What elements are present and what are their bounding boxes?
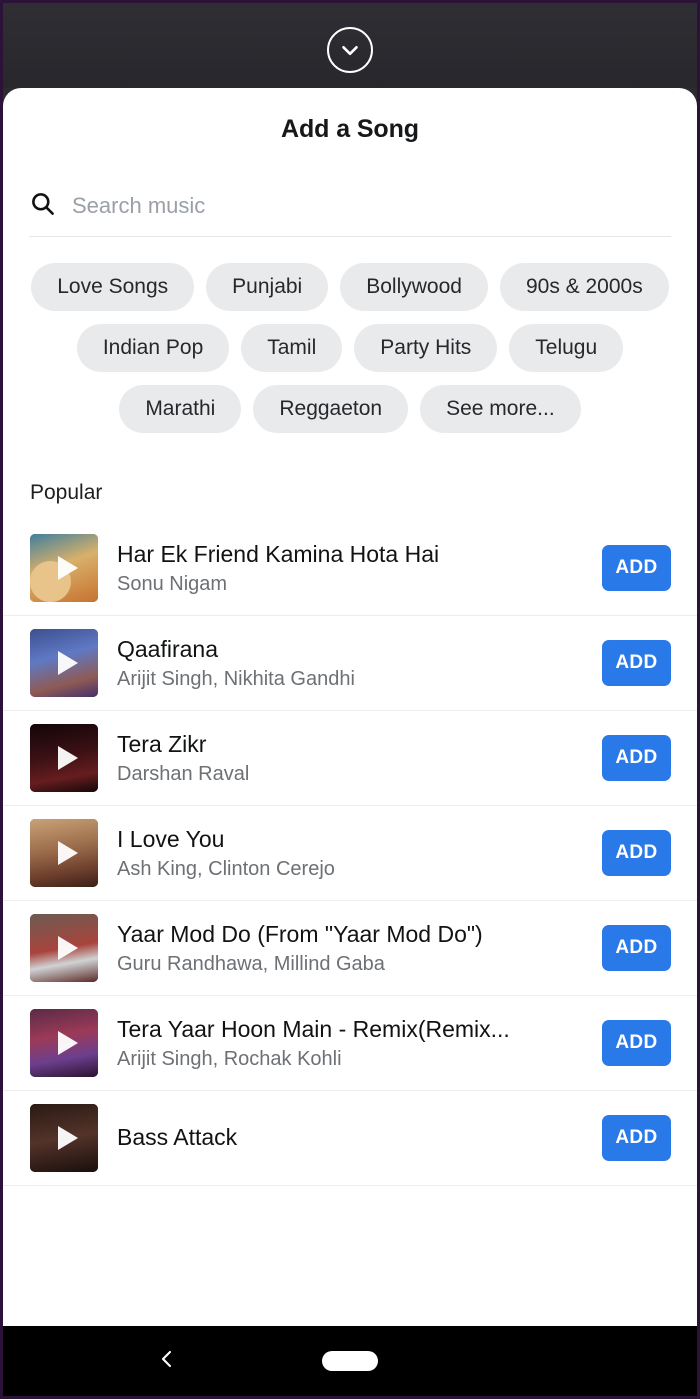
page-title: Add a Song bbox=[281, 115, 419, 143]
song-title: Yaar Mod Do (From "Yaar Mod Do") bbox=[117, 920, 483, 947]
album-art-thumbnail[interactable] bbox=[30, 819, 98, 888]
chevron-left-icon bbox=[155, 1347, 179, 1376]
add-song-button[interactable]: ADD bbox=[602, 925, 671, 972]
add-song-sheet: Add a Song Love Songs Punjabi Bollywood … bbox=[3, 88, 697, 1326]
chip-punjabi[interactable]: Punjabi bbox=[206, 263, 329, 312]
add-song-button[interactable]: ADD bbox=[602, 1115, 671, 1162]
android-nav-bar bbox=[3, 1326, 697, 1396]
song-title: Tera Yaar Hoon Main - Remix(Remix... bbox=[117, 1015, 510, 1042]
chip-indian-pop[interactable]: Indian Pop bbox=[76, 324, 230, 373]
song-title: I Love You bbox=[117, 825, 225, 852]
song-artist: Guru Randhawa, Millind Gaba bbox=[117, 953, 385, 976]
play-icon[interactable] bbox=[58, 936, 78, 961]
play-icon[interactable] bbox=[58, 841, 78, 866]
chip-see-more[interactable]: See more... bbox=[420, 385, 581, 434]
play-icon[interactable] bbox=[58, 1126, 78, 1151]
chevron-down-icon bbox=[337, 37, 363, 63]
home-pill-icon[interactable] bbox=[322, 1351, 378, 1371]
song-info: Qaafirana Arijit Singh, Nikhita Gandhi bbox=[117, 635, 583, 693]
play-icon[interactable] bbox=[58, 556, 78, 581]
add-song-button[interactable]: ADD bbox=[602, 545, 671, 592]
album-art-thumbnail[interactable] bbox=[30, 1009, 98, 1078]
table-row[interactable]: Qaafirana Arijit Singh, Nikhita Gandhi A… bbox=[3, 616, 697, 712]
play-icon[interactable] bbox=[58, 651, 78, 676]
category-chip-list: Love Songs Punjabi Bollywood 90s & 2000s… bbox=[3, 237, 697, 434]
album-art-thumbnail[interactable] bbox=[30, 724, 98, 793]
song-info: Tera Yaar Hoon Main - Remix(Remix... Ari… bbox=[117, 1015, 583, 1073]
album-art-thumbnail[interactable] bbox=[30, 1104, 98, 1173]
table-row[interactable]: I Love You Ash King, Clinton Cerejo ADD bbox=[3, 806, 697, 902]
table-row[interactable]: Tera Zikr Darshan Raval ADD bbox=[3, 711, 697, 807]
add-song-button[interactable]: ADD bbox=[602, 735, 671, 782]
search-input[interactable] bbox=[72, 193, 671, 219]
chip-bollywood[interactable]: Bollywood bbox=[340, 263, 488, 312]
chip-party-hits[interactable]: Party Hits bbox=[354, 324, 498, 373]
search-bar[interactable] bbox=[29, 190, 671, 237]
sheet-backdrop[interactable] bbox=[3, 3, 697, 88]
table-row[interactable]: Bass Attack ADD bbox=[3, 1091, 697, 1187]
add-song-button[interactable]: ADD bbox=[602, 640, 671, 687]
song-info: Tera Zikr Darshan Raval bbox=[117, 730, 583, 788]
song-info: Yaar Mod Do (From "Yaar Mod Do") Guru Ra… bbox=[117, 920, 583, 978]
song-artist: Darshan Raval bbox=[117, 763, 250, 786]
song-title: Bass Attack bbox=[117, 1123, 238, 1150]
song-artist: Arijit Singh, Rochak Kohli bbox=[117, 1048, 342, 1071]
song-title: Qaafirana bbox=[117, 635, 219, 662]
chip-tamil[interactable]: Tamil bbox=[241, 324, 343, 373]
add-song-button[interactable]: ADD bbox=[602, 1020, 671, 1067]
nav-back-button[interactable] bbox=[155, 1347, 179, 1376]
song-list: Har Ek Friend Kamina Hota Hai Sonu Nigam… bbox=[3, 521, 697, 1187]
chip-marathi[interactable]: Marathi bbox=[119, 385, 242, 434]
album-art-thumbnail[interactable] bbox=[30, 629, 98, 698]
table-row[interactable]: Yaar Mod Do (From "Yaar Mod Do") Guru Ra… bbox=[3, 901, 697, 997]
chip-reggaeton[interactable]: Reggaeton bbox=[253, 385, 409, 434]
search-icon bbox=[29, 190, 56, 222]
chip-telugu[interactable]: Telugu bbox=[509, 324, 624, 373]
table-row[interactable]: Tera Yaar Hoon Main - Remix(Remix... Ari… bbox=[3, 996, 697, 1092]
song-artist: Ash King, Clinton Cerejo bbox=[117, 858, 335, 881]
play-icon[interactable] bbox=[58, 1031, 78, 1056]
section-header-popular: Popular bbox=[30, 481, 103, 505]
song-artist: Arijit Singh, Nikhita Gandhi bbox=[117, 668, 355, 691]
add-song-button[interactable]: ADD bbox=[602, 830, 671, 877]
song-info: Bass Attack bbox=[117, 1123, 583, 1155]
song-artist: Sonu Nigam bbox=[117, 573, 228, 596]
play-icon[interactable] bbox=[58, 746, 78, 771]
chip-90s-2000s[interactable]: 90s & 2000s bbox=[499, 263, 669, 312]
album-art-thumbnail[interactable] bbox=[30, 534, 98, 603]
album-art-thumbnail[interactable] bbox=[30, 914, 98, 983]
collapse-sheet-button[interactable] bbox=[327, 27, 373, 73]
phone-screen: Add a Song Love Songs Punjabi Bollywood … bbox=[0, 0, 700, 1399]
song-info: I Love You Ash King, Clinton Cerejo bbox=[117, 825, 583, 883]
table-row[interactable]: Har Ek Friend Kamina Hota Hai Sonu Nigam… bbox=[3, 521, 697, 617]
song-title: Tera Zikr bbox=[117, 730, 207, 757]
song-info: Har Ek Friend Kamina Hota Hai Sonu Nigam bbox=[117, 540, 583, 598]
song-title: Har Ek Friend Kamina Hota Hai bbox=[117, 540, 440, 567]
chip-love-songs[interactable]: Love Songs bbox=[31, 263, 195, 312]
